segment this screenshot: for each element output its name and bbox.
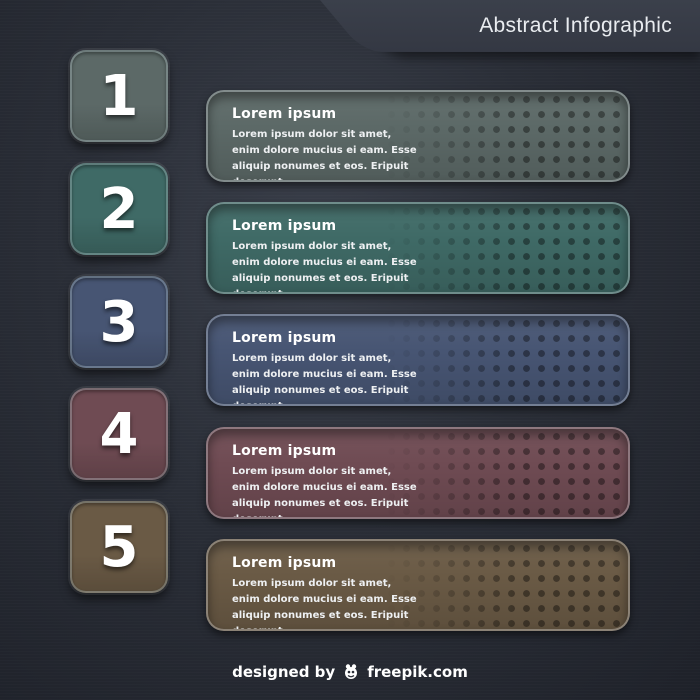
number-box-2: 2	[70, 163, 168, 255]
freepik-logo-icon	[341, 662, 361, 682]
number-label: 1	[99, 63, 139, 129]
banner-body: Lorem ipsum dolor sit amet, enim dolore …	[232, 353, 417, 404]
number-label: 4	[99, 401, 139, 467]
number-label: 5	[99, 514, 139, 580]
banner-heading: Lorem ipsum	[232, 218, 337, 234]
number-box-3: 3	[70, 276, 168, 368]
number-label: 2	[99, 176, 139, 242]
number-box-1: 1	[70, 50, 168, 142]
banner-heading: Lorem ipsum	[232, 106, 337, 122]
info-banner-3: Lorem ipsum Lorem ipsum dolor sit amet, …	[206, 314, 630, 406]
footer-prefix: designed by	[232, 663, 336, 681]
banner-body: Lorem ipsum dolor sit amet, enim dolore …	[232, 241, 417, 292]
info-banner-2: Lorem ipsum Lorem ipsum dolor sit amet, …	[206, 202, 630, 294]
info-banner-4: Lorem ipsum Lorem ipsum dolor sit amet, …	[206, 427, 630, 519]
number-label: 3	[99, 289, 139, 355]
banner-body: Lorem ipsum dolor sit amet, enim dolore …	[232, 466, 417, 517]
banner-body: Lorem ipsum dolor sit amet, enim dolore …	[232, 129, 417, 180]
footer-credit[interactable]: designed by freepik.com	[0, 662, 700, 682]
info-banner-1: Lorem ipsum Lorem ipsum dolor sit amet, …	[206, 90, 630, 182]
banner-body: Lorem ipsum dolor sit amet, enim dolore …	[232, 578, 417, 629]
banner-heading: Lorem ipsum	[232, 555, 337, 571]
banner-heading: Lorem ipsum	[232, 330, 337, 346]
title-tab: Abstract Infographic	[370, 0, 700, 52]
banner-heading: Lorem ipsum	[232, 443, 337, 459]
page-title: Abstract Infographic	[479, 14, 672, 37]
number-box-5: 5	[70, 501, 168, 593]
info-banner-5: Lorem ipsum Lorem ipsum dolor sit amet, …	[206, 539, 630, 631]
number-box-4: 4	[70, 388, 168, 480]
footer-brand[interactable]: freepik.com	[367, 663, 468, 681]
